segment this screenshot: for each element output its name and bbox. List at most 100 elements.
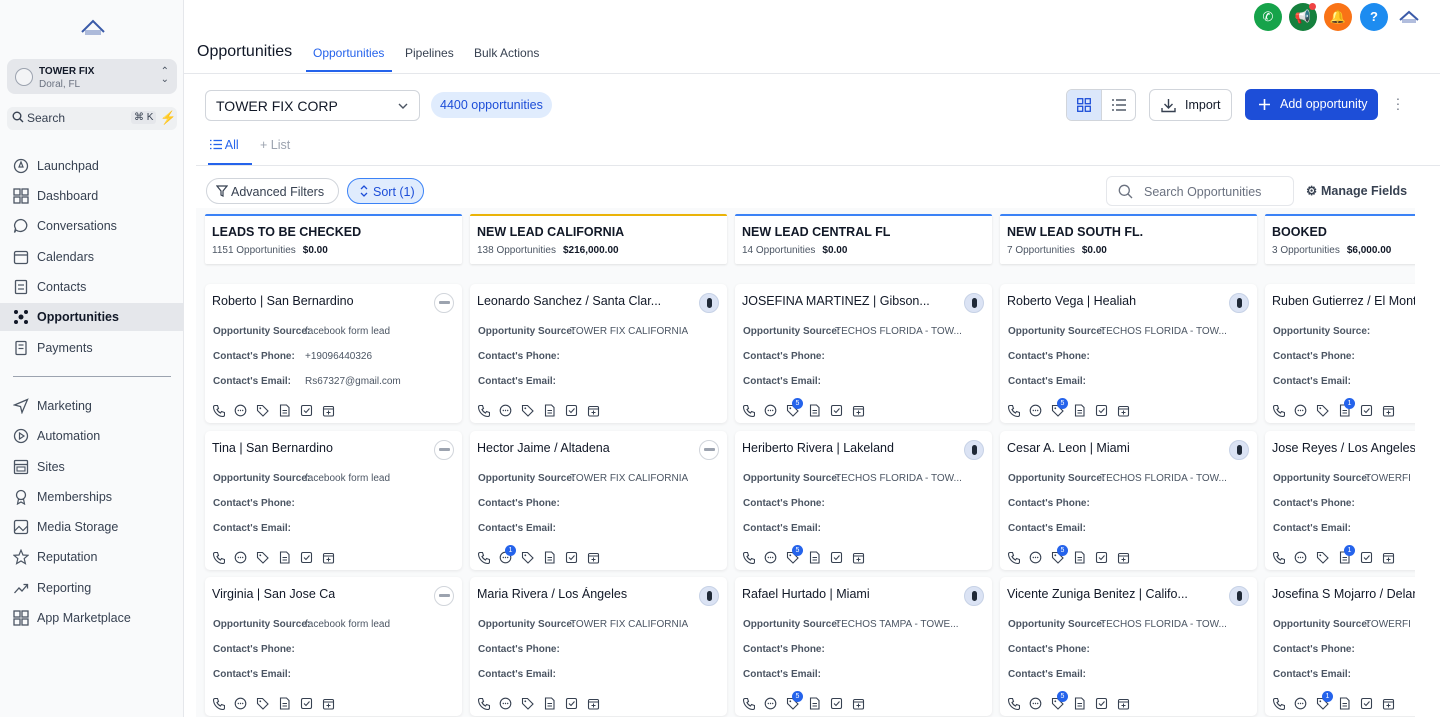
opportunity-name[interactable]: Hector Jaime / Altadena: [477, 441, 610, 455]
opportunity-name[interactable]: Rafael Hurtado | Miami: [742, 587, 870, 601]
appointment-icon[interactable]: [322, 404, 335, 417]
note-icon[interactable]: [808, 551, 821, 564]
phone-icon[interactable]: [742, 404, 755, 417]
opportunity-name[interactable]: Cesar A. Leon | Miami: [1007, 441, 1130, 455]
appointment-icon[interactable]: [1117, 551, 1130, 564]
task-icon[interactable]: [1095, 404, 1108, 417]
phone-icon[interactable]: ✆: [1254, 3, 1282, 31]
opportunity-card[interactable]: Virginia | San Jose Ca Opportunity Source…: [205, 577, 462, 716]
phone-icon[interactable]: [477, 551, 490, 564]
opportunity-name[interactable]: Leonardo Sanchez / Santa Clar...: [477, 294, 661, 308]
tag-icon[interactable]: [521, 697, 534, 710]
phone-icon[interactable]: [1272, 551, 1285, 564]
task-icon[interactable]: [830, 697, 843, 710]
task-icon[interactable]: [830, 404, 843, 417]
opportunity-name[interactable]: JOSEFINA MARTINEZ | Gibson...: [742, 294, 930, 308]
task-icon[interactable]: [565, 404, 578, 417]
task-icon[interactable]: [1360, 404, 1373, 417]
tag-icon[interactable]: [256, 551, 269, 564]
advanced-filters-button[interactable]: Advanced Filters: [206, 178, 339, 204]
opportunity-card[interactable]: Josefina S Mojarro / Delano Opportunity S…: [1265, 577, 1415, 716]
message-icon[interactable]: [1294, 697, 1307, 710]
task-icon[interactable]: [565, 697, 578, 710]
import-button[interactable]: Import: [1149, 89, 1232, 121]
sidebar-item-launchpad[interactable]: Launchpad: [0, 152, 184, 180]
phone-icon[interactable]: [1272, 697, 1285, 710]
more-options-icon[interactable]: · · ·: [1394, 91, 1402, 115]
task-icon[interactable]: [565, 551, 578, 564]
tag-icon[interactable]: [1316, 404, 1329, 417]
phone-icon[interactable]: [212, 551, 225, 564]
message-icon[interactable]: [234, 404, 247, 417]
opportunity-card[interactable]: Roberto | San Bernardino Opportunity Sour…: [205, 284, 462, 423]
sidebar-item-memberships[interactable]: Memberships: [0, 483, 184, 511]
phone-icon[interactable]: [212, 404, 225, 417]
opportunity-card[interactable]: Jose Reyes / Los Angeles Opportunity Sour…: [1265, 431, 1415, 570]
sidebar-item-media-storage[interactable]: Media Storage: [0, 513, 184, 541]
message-icon[interactable]: [499, 404, 512, 417]
task-icon[interactable]: [1095, 697, 1108, 710]
appointment-icon[interactable]: [1382, 697, 1395, 710]
grid-view-button[interactable]: [1067, 90, 1102, 120]
tag-icon[interactable]: [256, 697, 269, 710]
message-icon[interactable]: [764, 551, 777, 564]
appointment-icon[interactable]: [1382, 404, 1395, 417]
appointment-icon[interactable]: [587, 697, 600, 710]
opportunity-name[interactable]: Heriberto Rivera | Lakeland: [742, 441, 894, 455]
sidebar-item-contacts[interactable]: Contacts: [0, 273, 184, 301]
opportunity-card[interactable]: JOSEFINA MARTINEZ | Gibson... Opportunity…: [735, 284, 992, 423]
user-avatar-logo[interactable]: [1398, 9, 1420, 25]
tag-icon[interactable]: [1316, 551, 1329, 564]
sort-button[interactable]: Sort (1): [347, 178, 424, 204]
tag-icon[interactable]: [521, 404, 534, 417]
opportunity-search-input[interactable]: Search Opportunities: [1106, 176, 1294, 206]
sidebar-item-marketing[interactable]: Marketing: [0, 392, 184, 420]
opportunity-name[interactable]: Maria Rivera / Los Ángeles: [477, 587, 627, 601]
sidebar-item-conversations[interactable]: Conversations: [0, 212, 184, 240]
tag-icon[interactable]: [256, 404, 269, 417]
list-view-button[interactable]: [1102, 90, 1136, 120]
phone-icon[interactable]: [1272, 404, 1285, 417]
pipeline-select[interactable]: TOWER FIX CORP: [205, 90, 420, 121]
note-icon[interactable]: [543, 551, 556, 564]
opportunity-name[interactable]: Vicente Zuniga Benitez | Califo...: [1007, 587, 1188, 601]
task-icon[interactable]: [300, 697, 313, 710]
opportunity-name[interactable]: Ruben Gutierrez / El Monte: [1272, 294, 1415, 308]
note-icon[interactable]: [808, 404, 821, 417]
opportunity-name[interactable]: Tina | San Bernardino: [212, 441, 333, 455]
note-icon[interactable]: [1073, 404, 1086, 417]
sidebar-item-automation[interactable]: Automation: [0, 422, 184, 450]
add-opportunity-button[interactable]: Add opportunity: [1245, 89, 1378, 120]
task-icon[interactable]: [300, 551, 313, 564]
opportunity-card[interactable]: Roberto Vega | Healiah Opportunity Source…: [1000, 284, 1257, 423]
phone-icon[interactable]: [742, 551, 755, 564]
appointment-icon[interactable]: [852, 404, 865, 417]
phone-icon[interactable]: [212, 697, 225, 710]
bell-icon[interactable]: 🔔: [1324, 3, 1352, 31]
message-icon[interactable]: [1029, 697, 1042, 710]
subtab-all[interactable]: All: [210, 138, 239, 152]
sidebar-item-app-marketplace[interactable]: App Marketplace: [0, 604, 184, 632]
opportunity-card[interactable]: Cesar A. Leon | Miami Opportunity Source:…: [1000, 431, 1257, 570]
opportunity-name[interactable]: Jose Reyes / Los Angeles: [1272, 441, 1415, 455]
message-icon[interactable]: [764, 697, 777, 710]
note-icon[interactable]: [278, 404, 291, 417]
opportunity-name[interactable]: Roberto Vega | Healiah: [1007, 294, 1136, 308]
task-icon[interactable]: [300, 404, 313, 417]
phone-icon[interactable]: [1007, 697, 1020, 710]
appointment-icon[interactable]: [1382, 551, 1395, 564]
opportunity-card[interactable]: Rafael Hurtado | Miami Opportunity Source…: [735, 577, 992, 716]
subtab-add-list[interactable]: + List: [260, 138, 290, 152]
appointment-icon[interactable]: [1117, 697, 1130, 710]
opportunity-card[interactable]: Leonardo Sanchez / Santa Clar... Opportun…: [470, 284, 727, 423]
location-switcher[interactable]: TOWER FIX Doral, FL ⌃ ⌄: [7, 59, 177, 94]
phone-icon[interactable]: [477, 404, 490, 417]
lightning-icon[interactable]: ⚡: [160, 110, 176, 126]
sidebar-search[interactable]: Search ⌘ K ⚡: [7, 107, 177, 130]
phone-icon[interactable]: [1007, 404, 1020, 417]
opportunity-card[interactable]: Vicente Zuniga Benitez | Califo... Opport…: [1000, 577, 1257, 716]
opportunity-name[interactable]: Roberto | San Bernardino: [212, 294, 354, 308]
appointment-icon[interactable]: [1117, 404, 1130, 417]
note-icon[interactable]: [808, 697, 821, 710]
message-icon[interactable]: [1294, 551, 1307, 564]
